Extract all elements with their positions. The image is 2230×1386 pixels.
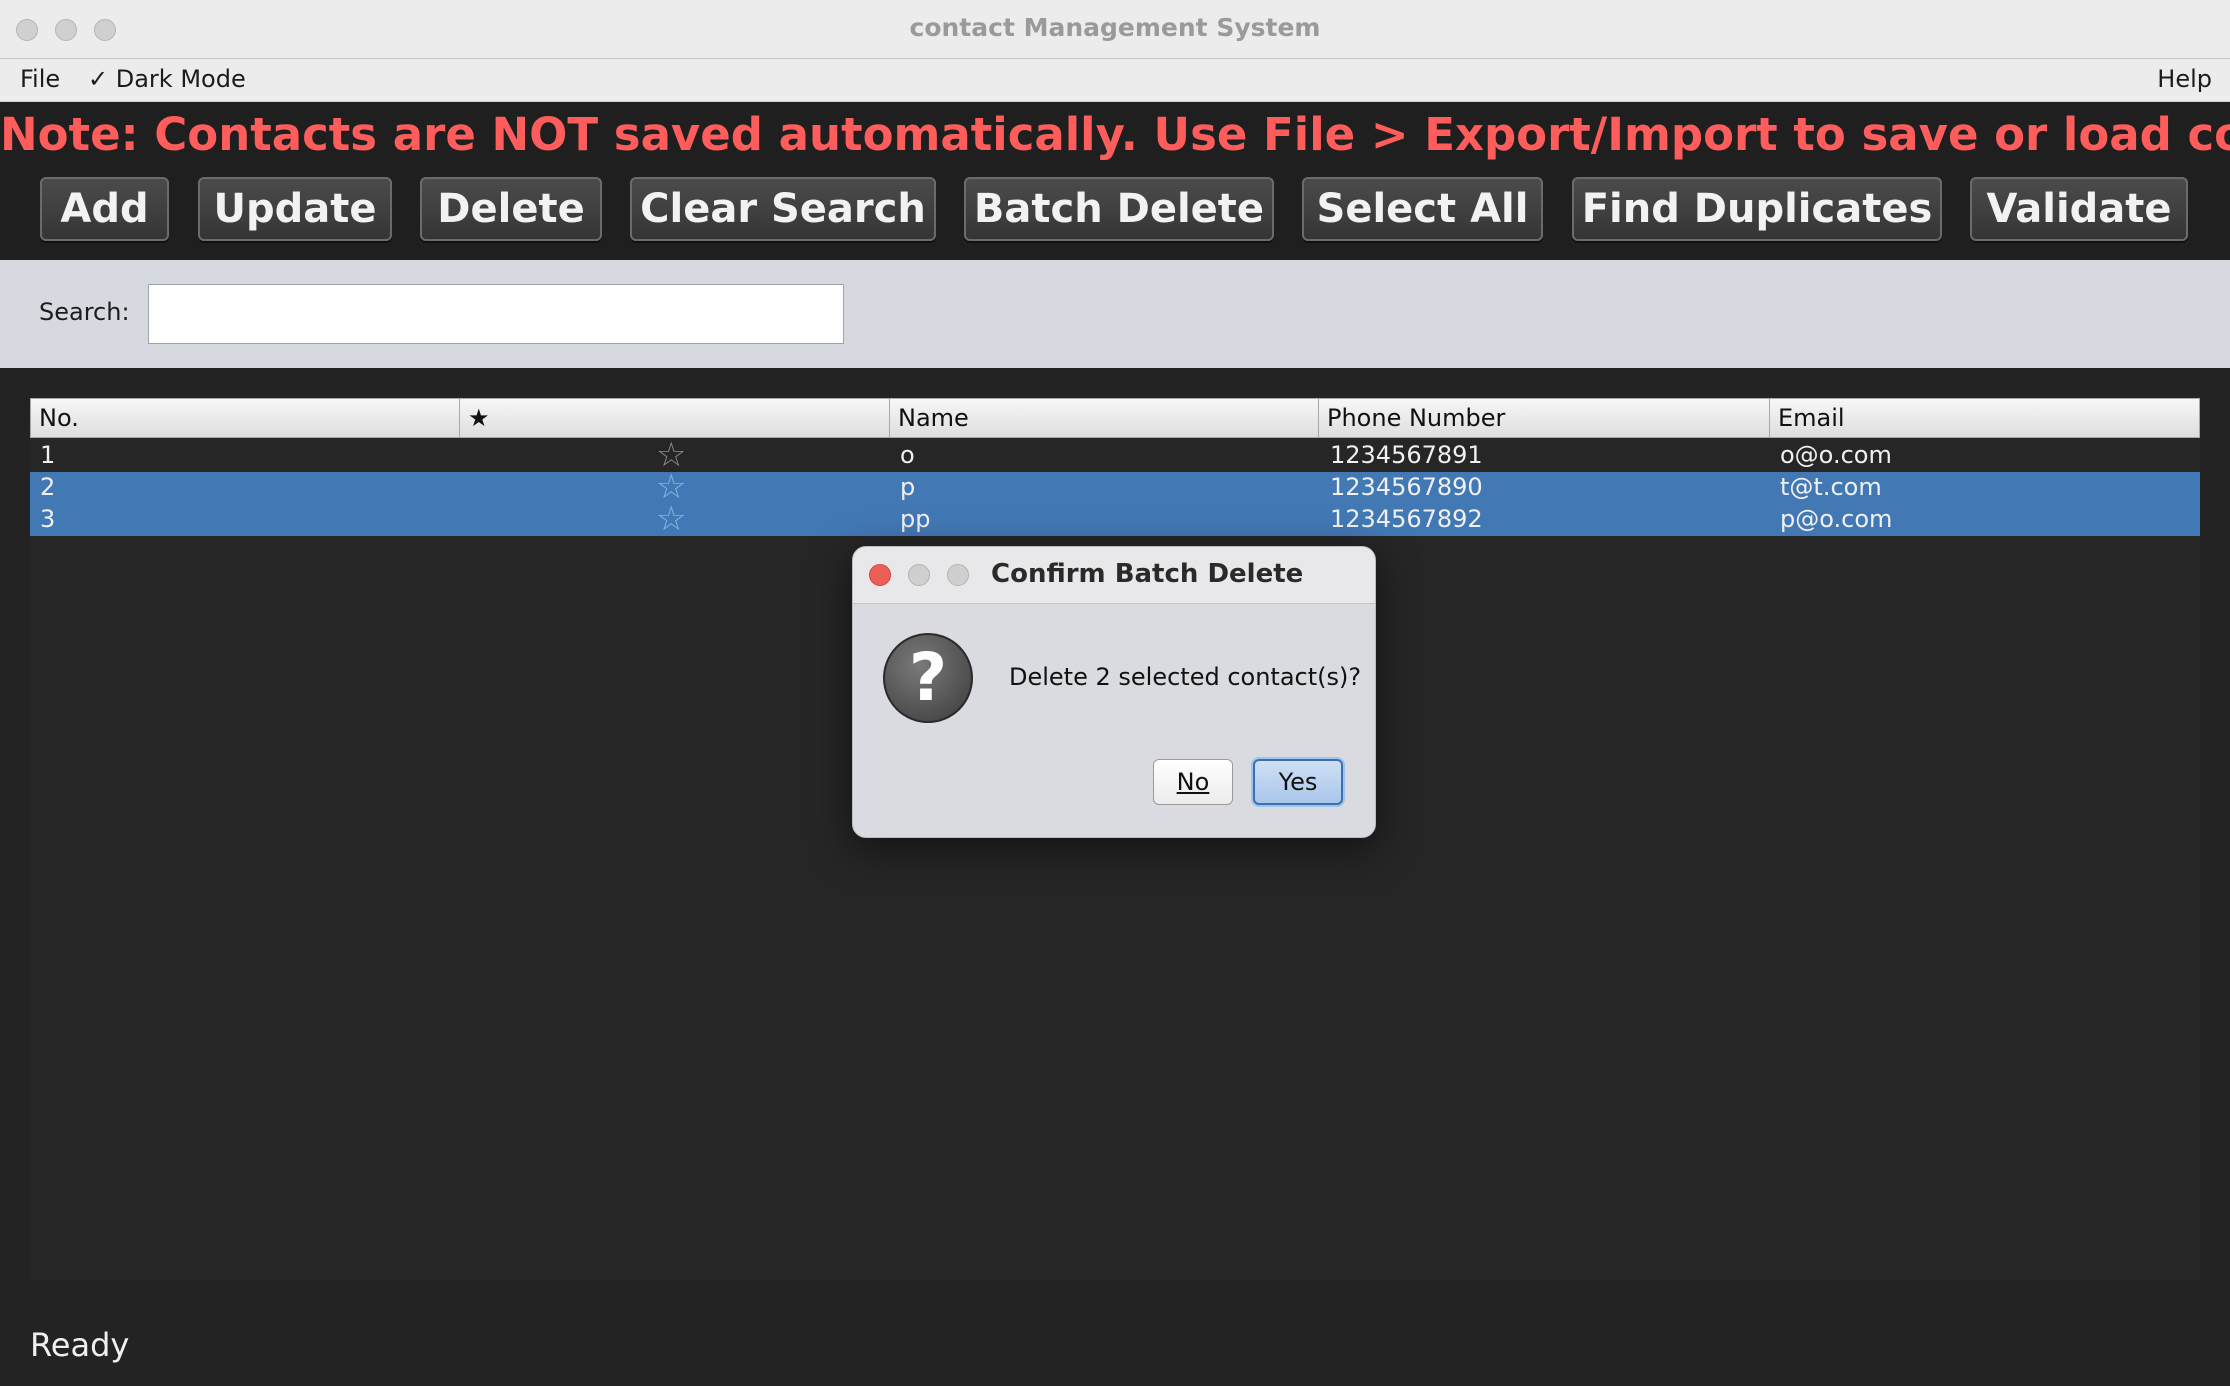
batch-delete-button[interactable]: Batch Delete	[964, 177, 1274, 241]
cell-no: 3	[40, 505, 56, 533]
column-header-email[interactable]: Email	[1770, 399, 2199, 437]
table-row[interactable]: 2 ☆ p 1234567890 t@t.com	[30, 467, 2200, 507]
cell-name: p	[900, 473, 916, 501]
cell-no: 1	[40, 441, 56, 469]
cell-no: 2	[40, 473, 56, 501]
column-header-phone[interactable]: Phone Number	[1319, 399, 1770, 437]
app-window: contact Management System File ✓ Dark Mo…	[0, 0, 2230, 1386]
cell-name: pp	[900, 505, 931, 533]
column-header-favorite[interactable]: ★	[460, 399, 890, 437]
confirm-batch-delete-dialog: Confirm Batch Delete ? Delete 2 selected…	[852, 546, 1376, 838]
find-duplicates-button[interactable]: Find Duplicates	[1572, 177, 1942, 241]
cell-name: o	[900, 441, 915, 469]
delete-button[interactable]: Delete	[420, 177, 602, 241]
table-body: 1 ☆ o 1234567891 o@o.com 2 ☆ p 123456789…	[30, 435, 2200, 539]
clear-search-button[interactable]: Clear Search	[630, 177, 936, 241]
add-button[interactable]: Add	[40, 177, 169, 241]
dialog-zoom-icon	[947, 564, 969, 586]
cell-email: t@t.com	[1780, 473, 1882, 501]
cell-email: p@o.com	[1780, 505, 1893, 533]
dialog-message: Delete 2 selected contact(s)?	[1009, 663, 1362, 691]
select-all-button[interactable]: Select All	[1302, 177, 1543, 241]
yes-button[interactable]: Yes	[1253, 759, 1343, 805]
menu-help[interactable]: Help	[2157, 65, 2212, 93]
table-header: No. ★ Name Phone Number Email	[30, 398, 2200, 438]
dialog-title: Confirm Batch Delete	[991, 559, 1304, 589]
search-panel: Search:	[0, 260, 2230, 368]
column-header-name[interactable]: Name	[890, 399, 1319, 437]
validate-button[interactable]: Validate	[1970, 177, 2188, 241]
dialog-minimize-icon	[908, 564, 930, 586]
window-titlebar: contact Management System	[0, 0, 2230, 59]
question-icon: ?	[883, 633, 973, 723]
column-header-no[interactable]: No.	[31, 399, 460, 437]
contacts-table[interactable]: No. ★ Name Phone Number Email 1 ☆ o 1234…	[30, 398, 2200, 1280]
no-button[interactable]: No	[1153, 759, 1233, 805]
autosave-warning-note: Note: Contacts are NOT saved automatical…	[0, 108, 2230, 161]
update-button[interactable]: Update	[198, 177, 392, 241]
cell-email: o@o.com	[1780, 441, 1892, 469]
menu-bar: File ✓ Dark Mode Help	[0, 59, 2230, 102]
cell-phone: 1234567892	[1330, 505, 1483, 533]
favorite-star-icon[interactable]: ☆	[656, 499, 686, 539]
window-title: contact Management System	[909, 13, 1321, 42]
search-input[interactable]	[148, 284, 844, 344]
no-button-label: No	[1176, 768, 1210, 796]
table-row[interactable]: 3 ☆ pp 1234567892 p@o.com	[30, 499, 2200, 539]
cell-phone: 1234567890	[1330, 473, 1483, 501]
cell-phone: 1234567891	[1330, 441, 1483, 469]
menu-dark-mode[interactable]: ✓ Dark Mode	[88, 65, 246, 93]
yes-button-label: Yes	[1278, 768, 1318, 796]
menu-file[interactable]: File	[20, 65, 60, 93]
toolbar-panel: Note: Contacts are NOT saved automatical…	[0, 102, 2230, 260]
status-label: Ready	[30, 1326, 130, 1364]
table-row[interactable]: 1 ☆ o 1234567891 o@o.com	[30, 435, 2200, 475]
dialog-titlebar: Confirm Batch Delete	[853, 547, 1375, 604]
search-label: Search:	[39, 298, 130, 326]
dialog-close-icon[interactable]	[869, 564, 891, 586]
